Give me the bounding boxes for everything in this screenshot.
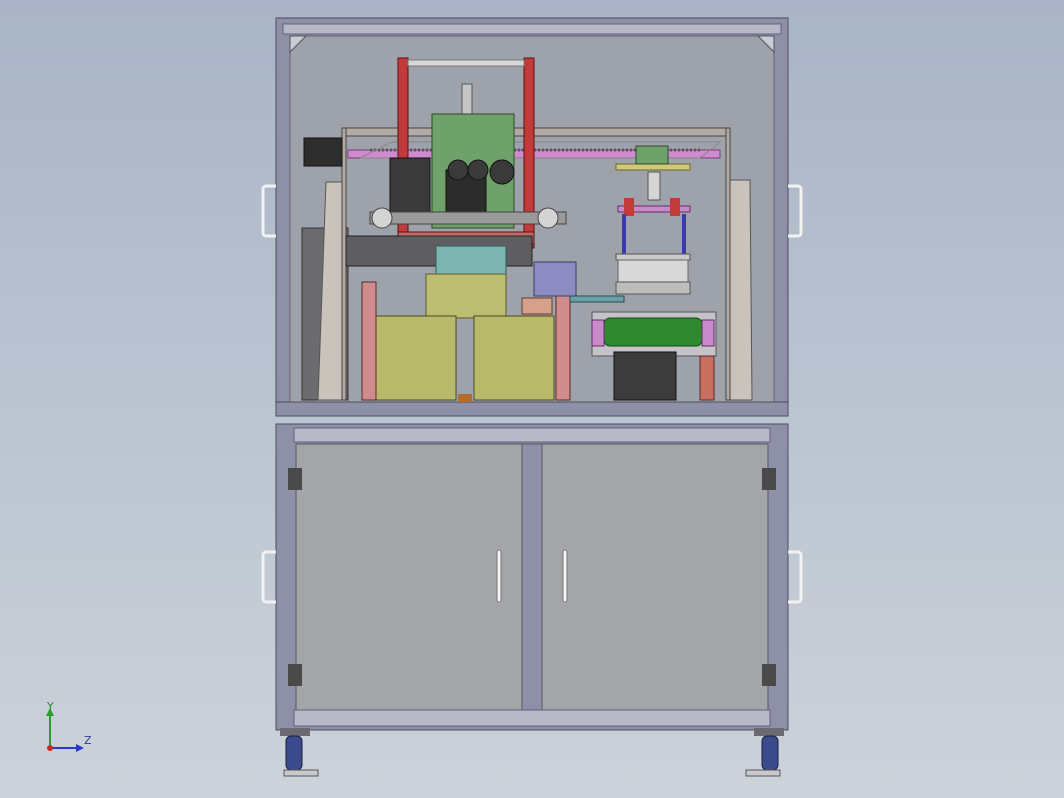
press-die: [617, 259, 689, 283]
olive-housing: [425, 273, 507, 319]
press-carriage: [635, 145, 669, 165]
center-post: [521, 443, 543, 711]
caster-wheel-icon: [761, 735, 779, 771]
roller-support: [699, 355, 715, 401]
cabinet-door-right[interactable]: [541, 443, 769, 711]
drive-roller: [603, 317, 703, 347]
caster-wheel-icon: [285, 735, 303, 771]
hinge-icon: [762, 468, 776, 490]
caster-foot: [283, 769, 319, 777]
caster-foot: [745, 769, 781, 777]
left-lower-handle[interactable]: [261, 550, 276, 604]
triad-y-label: Y: [47, 700, 54, 713]
caster-mount: [280, 728, 310, 736]
press-base: [615, 281, 691, 295]
hinge-icon: [288, 664, 302, 686]
right-pink-support: [555, 291, 571, 401]
door-handle-left[interactable]: [496, 549, 502, 603]
press-clamp: [670, 198, 680, 216]
lower-cabinet: [261, 423, 803, 731]
press-top-plate: [615, 163, 691, 171]
press-lower-plate: [615, 253, 691, 261]
machine-drawing: [46, 17, 803, 777]
press-clamp: [624, 198, 634, 216]
guide-rod: [682, 214, 686, 256]
guide-rod: [622, 214, 626, 256]
view-triad: [46, 708, 84, 752]
triad-z-label: Z: [84, 734, 92, 747]
roller-motor: [613, 351, 677, 401]
left-pink-support: [361, 281, 377, 401]
enclosure-bottom-rail: [275, 401, 789, 417]
door-handle-right[interactable]: [562, 549, 568, 603]
press-cylinder: [647, 171, 661, 201]
z-arrow-head-icon: [76, 744, 84, 752]
hinge-icon: [762, 664, 776, 686]
cabinet-door-left[interactable]: [295, 443, 523, 711]
gantry-left-post: [341, 127, 347, 401]
teal-coupler: [435, 245, 507, 277]
roller-end-cap: [701, 319, 715, 347]
feeder-box-right: [473, 315, 555, 401]
cabinet-bottom-rail: [293, 709, 771, 727]
central-shaft: [461, 83, 473, 119]
feed-plate: [569, 295, 625, 303]
casters: [280, 728, 784, 777]
cad-viewport: Y Z: [0, 0, 1064, 798]
pulley-icon: [447, 159, 469, 181]
right-upper-handle[interactable]: [788, 184, 803, 238]
red-frame-top-bar: [407, 59, 525, 67]
roller-end-cap: [591, 319, 605, 347]
axis-origin-icon: [47, 745, 53, 751]
cross-shaft: [369, 211, 567, 225]
hinge-icon: [288, 468, 302, 490]
right-lower-handle[interactable]: [788, 550, 803, 604]
caster-mount: [754, 728, 784, 736]
feed-slot: [458, 394, 472, 402]
left-upper-handle[interactable]: [261, 184, 276, 238]
pulley-icon: [489, 159, 515, 185]
stepper-motor: [303, 137, 343, 167]
hand-wheel-icon[interactable]: [537, 207, 559, 229]
purple-module: [533, 261, 577, 297]
gantry-right-post: [725, 127, 731, 401]
hand-wheel-icon[interactable]: [371, 207, 393, 229]
feeder-box-left: [375, 315, 457, 401]
top-rail: [282, 23, 782, 35]
pulley-icon: [467, 159, 489, 181]
sensor-block: [521, 297, 553, 315]
cabinet-top-rail: [293, 427, 771, 443]
